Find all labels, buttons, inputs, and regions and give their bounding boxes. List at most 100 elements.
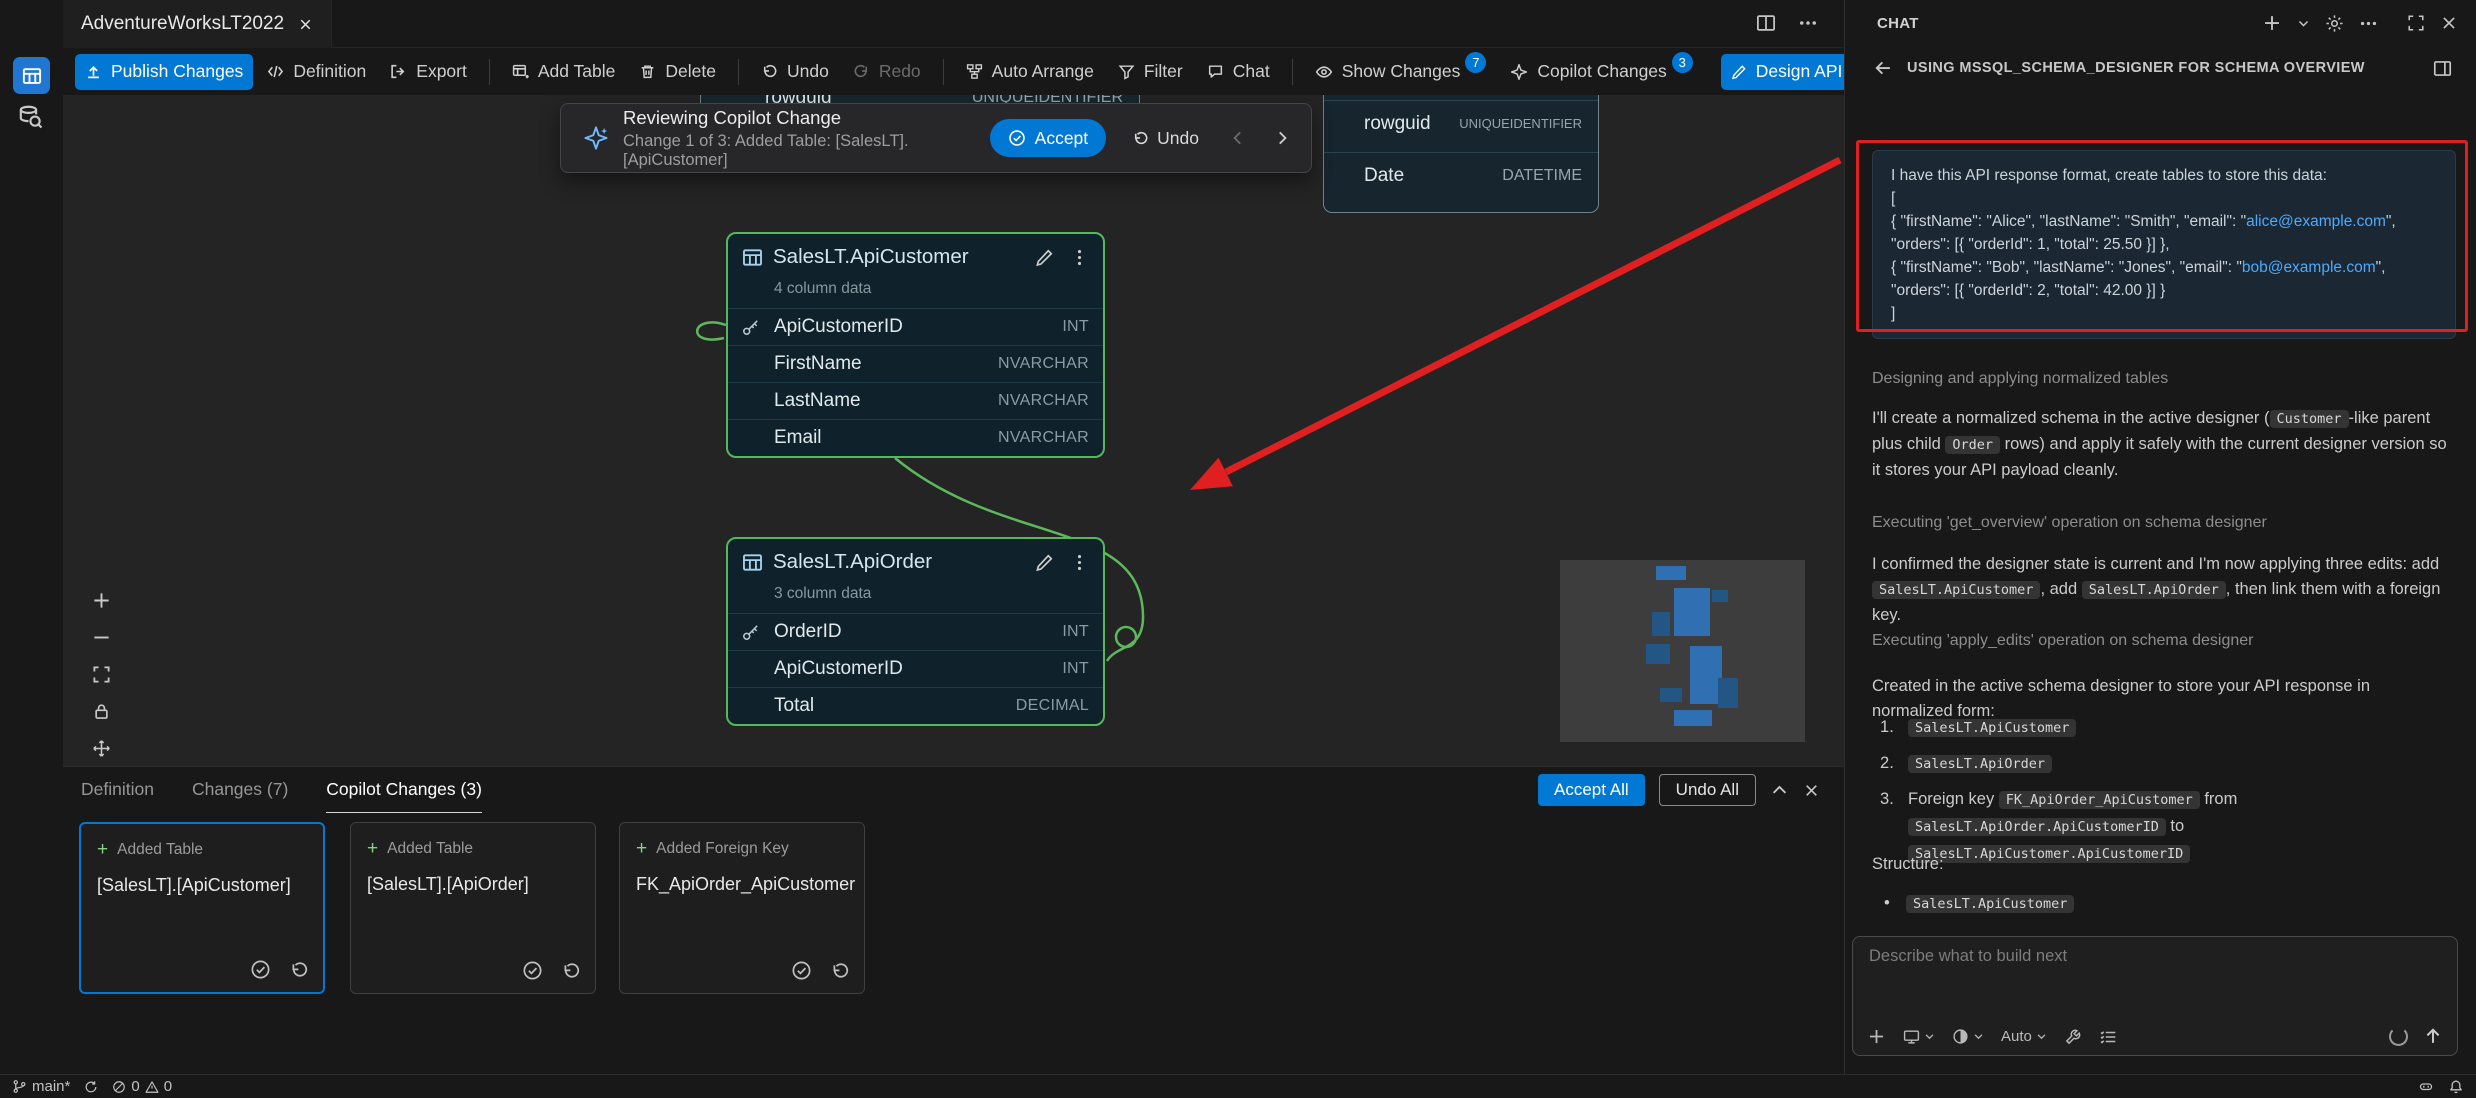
table-row[interactable]: rowguid UNIQUEIDENTIFIER: [1324, 100, 1598, 146]
chat-input-box[interactable]: Auto: [1852, 936, 2458, 1056]
attach-context-icon[interactable]: [1867, 1027, 1886, 1046]
activity-bar: [0, 0, 63, 1074]
sync-indicator[interactable]: [84, 1080, 98, 1094]
chevron-down-icon: [1973, 1031, 1984, 1042]
schema-designer-icon[interactable]: [13, 57, 50, 94]
minimap[interactable]: [1560, 560, 1805, 742]
split-editor-icon[interactable]: [1756, 13, 1776, 33]
maximize-panel-icon[interactable]: [2407, 14, 2425, 32]
list-item: SalesLT.ApiCustomer: [1872, 714, 2454, 741]
undo-button[interactable]: Undo: [751, 54, 839, 90]
table-card-apiorder[interactable]: SalesLT.ApiOrder 3 column data OrderID I…: [726, 537, 1105, 726]
assistant-paragraph: I confirmed the designer state is curren…: [1872, 552, 2454, 628]
schema-canvas[interactable]: rowguid UNIQUEIDENTIFIER rowguid UNIQUEI…: [63, 95, 1844, 766]
publish-icon: [85, 63, 102, 80]
tab-definition[interactable]: Definition: [81, 767, 154, 813]
export-icon: [390, 63, 407, 80]
revert-change-icon[interactable]: [830, 960, 850, 981]
definition-button[interactable]: Definition: [257, 54, 376, 90]
tab-changes[interactable]: Changes (7): [192, 767, 288, 813]
filter-icon: [1118, 63, 1135, 80]
chevron-down-icon: [1924, 1031, 1935, 1042]
fit-view-button[interactable]: [84, 657, 118, 691]
table-row[interactable]: FirstName NVARCHAR: [728, 345, 1103, 382]
rules-icon[interactable]: [2099, 1028, 2117, 1046]
chat-panel: CHAT USING MSSQL_SCHEMA_DESIGNER FOR SCH…: [1844, 0, 2476, 1074]
show-changes-button[interactable]: Show Changes 7: [1305, 54, 1497, 90]
close-chat-icon[interactable]: [2440, 14, 2458, 32]
copilot-status-icon[interactable]: [2418, 1079, 2434, 1095]
accept-change-button[interactable]: Accept: [990, 119, 1107, 157]
show-changes-badge: 7: [1465, 52, 1486, 73]
undo-change-button[interactable]: Undo: [1132, 128, 1199, 149]
change-card-apicustomer[interactable]: +Added Table [SalesLT].[ApiCustomer]: [79, 822, 325, 994]
add-table-button[interactable]: Add Table: [502, 54, 626, 90]
branch-indicator[interactable]: main*: [12, 1078, 70, 1095]
revert-change-icon[interactable]: [289, 959, 309, 980]
accept-all-button[interactable]: Accept All: [1538, 774, 1645, 806]
table-fragment[interactable]: rowguid UNIQUEIDENTIFIER Date DATETIME: [1323, 95, 1599, 213]
notifications-bell-icon[interactable]: [2448, 1079, 2464, 1095]
new-chat-icon[interactable]: [2262, 13, 2282, 33]
mode-selector[interactable]: Auto: [2001, 1028, 2047, 1045]
table-menu-button[interactable]: [1070, 553, 1089, 572]
back-icon[interactable]: [1873, 58, 1893, 78]
chat-button[interactable]: Chat: [1197, 54, 1280, 90]
filter-button[interactable]: Filter: [1108, 54, 1193, 90]
change-card-apiorder[interactable]: +Added Table [SalesLT].[ApiOrder]: [350, 822, 596, 994]
table-row[interactable]: Date DATETIME: [1324, 152, 1598, 198]
accept-change-icon[interactable]: [522, 960, 543, 981]
close-panel-icon[interactable]: [1803, 782, 1820, 799]
open-in-editor-icon[interactable]: [2433, 59, 2452, 78]
tab-close-icon[interactable]: [298, 17, 313, 32]
change-card-foreignkey[interactable]: +Added Foreign Key FK_ApiOrder_ApiCustom…: [619, 822, 865, 994]
table-row[interactable]: ApiCustomerID INT: [728, 650, 1103, 687]
tab-copilot-changes[interactable]: Copilot Changes (3): [326, 767, 482, 813]
collapse-panel-icon[interactable]: [1770, 781, 1789, 800]
screen-context-selector[interactable]: [1903, 1028, 1935, 1045]
column-type: INT: [1062, 660, 1089, 678]
more-actions-icon[interactable]: [2359, 14, 2378, 33]
gear-icon[interactable]: [2325, 14, 2344, 33]
chevron-down-icon[interactable]: [2297, 17, 2310, 30]
prev-change-button[interactable]: [1229, 129, 1247, 147]
table-menu-button[interactable]: [1070, 248, 1089, 267]
change-title: FK_ApiOrder_ApiCustomer: [636, 874, 848, 895]
minimap-tile: [1674, 588, 1710, 636]
table-row[interactable]: ApiCustomerID INT: [728, 308, 1103, 345]
edit-table-button[interactable]: [1035, 553, 1054, 572]
delete-button[interactable]: Delete: [629, 54, 726, 90]
design-api-button[interactable]: Design API: [1721, 54, 1853, 90]
minimap-tile: [1656, 566, 1686, 580]
edit-table-button[interactable]: [1035, 248, 1054, 267]
next-change-button[interactable]: [1273, 129, 1291, 147]
pan-mode-button[interactable]: [84, 731, 118, 765]
lock-canvas-button[interactable]: [84, 694, 118, 728]
table-row[interactable]: OrderID INT: [728, 613, 1103, 650]
problems-indicator[interactable]: 0 0: [112, 1078, 172, 1095]
database-search-icon[interactable]: [17, 104, 43, 130]
undo-all-button[interactable]: Undo All: [1659, 774, 1756, 806]
auto-arrange-button[interactable]: Auto Arrange: [956, 54, 1104, 90]
accept-change-icon[interactable]: [791, 960, 812, 981]
table-row[interactable]: Email NVARCHAR: [728, 419, 1103, 456]
model-theme-selector[interactable]: [1952, 1028, 1984, 1045]
chat-input[interactable]: [1869, 947, 2429, 966]
publish-changes-button[interactable]: Publish Changes: [75, 54, 253, 90]
tab-adventureworks[interactable]: AdventureWorksLT2022: [63, 0, 332, 48]
send-icon[interactable]: [2423, 1026, 2443, 1046]
accept-change-icon[interactable]: [250, 959, 271, 980]
copilot-changes-button[interactable]: Copilot Changes 3: [1500, 54, 1702, 90]
zoom-out-button[interactable]: [84, 620, 118, 654]
table-row[interactable]: LastName NVARCHAR: [728, 382, 1103, 419]
export-button[interactable]: Export: [380, 54, 477, 90]
designer-toolbar: Publish Changes Definition Export Add Ta…: [63, 48, 1844, 95]
redo-icon: [853, 63, 870, 80]
zoom-in-button[interactable]: [84, 583, 118, 617]
editor-more-icon[interactable]: [1798, 13, 1818, 33]
table-icon: [742, 552, 763, 573]
revert-change-icon[interactable]: [561, 960, 581, 981]
tools-icon[interactable]: [2064, 1028, 2082, 1046]
table-card-apicustomer[interactable]: SalesLT.ApiCustomer 4 column data ApiCus…: [726, 232, 1105, 458]
table-row[interactable]: Total DECIMAL: [728, 687, 1103, 724]
